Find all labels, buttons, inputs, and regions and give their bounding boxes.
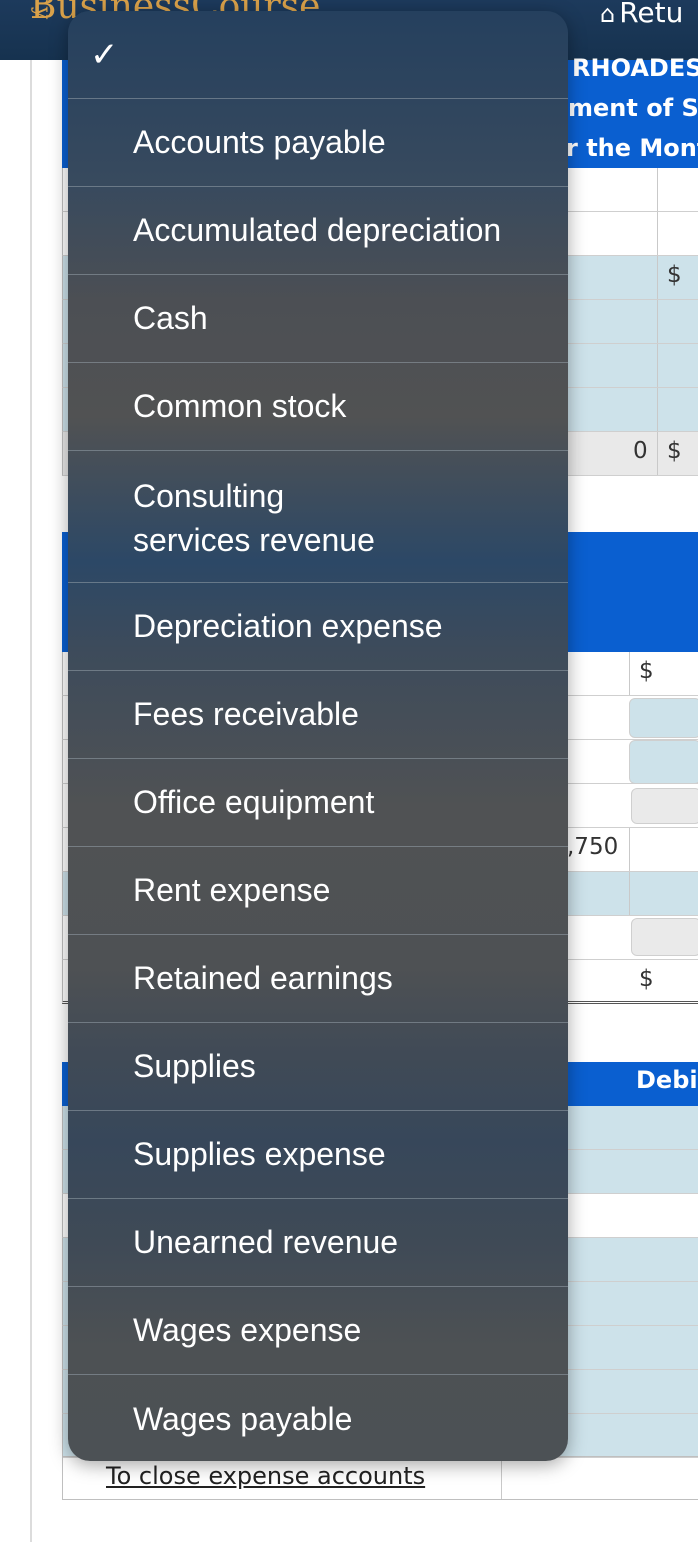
currency-symbol: $: [667, 262, 682, 288]
option-label: Supplies expense: [133, 1136, 386, 1172]
return-label: Retu: [619, 0, 684, 29]
dropdown-option-office-equipment[interactable]: Office equipment: [68, 759, 568, 847]
option-label: Consulting services revenue: [133, 474, 375, 562]
dropdown-option-accounts-payable[interactable]: Accounts payable: [68, 99, 568, 187]
statement-title-period: r the Mont: [566, 134, 698, 162]
option-label: Wages expense: [133, 1312, 362, 1348]
amount-input[interactable]: [631, 918, 698, 956]
dropdown-option-supplies-expense[interactable]: Supplies expense: [68, 1111, 568, 1199]
option-label-line2: services revenue: [133, 521, 375, 558]
total-value: 0: [633, 438, 648, 464]
option-label: Depreciation expense: [133, 608, 443, 644]
debit-column-header: Debi: [636, 1066, 698, 1094]
currency-symbol: $: [667, 438, 682, 464]
statement-title-name: ment of Sto: [568, 94, 698, 122]
dropdown-option-cash[interactable]: Cash: [68, 275, 568, 363]
option-label: Office equipment: [133, 784, 375, 820]
dropdown-option-fees-receivable[interactable]: Fees receivable: [68, 671, 568, 759]
option-label: Retained earnings: [133, 960, 393, 996]
return-link[interactable]: ⌂ Retu: [600, 0, 683, 29]
currency-symbol: $: [639, 658, 654, 684]
dropdown-option-wages-expense[interactable]: Wages expense: [68, 1287, 568, 1375]
option-label: Accumulated depreciation: [133, 212, 502, 248]
amount-value: ,750: [567, 834, 619, 860]
option-label-line1: Consulting: [133, 477, 285, 514]
dropdown-option-retained-earnings[interactable]: Retained earnings: [68, 935, 568, 1023]
amount-input[interactable]: [631, 788, 698, 824]
brand-prefix: my: [30, 0, 56, 20]
dropdown-option-consulting-services-revenue[interactable]: Consulting services revenue: [68, 451, 568, 583]
close-expense-note: To close expense accounts: [106, 1462, 426, 1490]
statement-title-company: RHOADES: [572, 54, 698, 82]
option-label: Supplies: [133, 1048, 256, 1084]
dropdown-blank-option[interactable]: ✓: [68, 11, 568, 99]
amount-input[interactable]: [629, 740, 698, 784]
option-label: Wages payable: [133, 1400, 353, 1437]
dropdown-option-common-stock[interactable]: Common stock: [68, 363, 568, 451]
dropdown-option-rent-expense[interactable]: Rent expense: [68, 847, 568, 935]
dropdown-option-unearned-revenue[interactable]: Unearned revenue: [68, 1199, 568, 1287]
currency-symbol: $: [639, 966, 654, 992]
home-icon: ⌂: [600, 0, 616, 28]
dropdown-option-depreciation-expense[interactable]: Depreciation expense: [68, 583, 568, 671]
dropdown-option-wages-payable[interactable]: Wages payable: [68, 1375, 568, 1461]
option-label: Cash: [133, 300, 208, 336]
option-label: Rent expense: [133, 872, 331, 908]
dropdown-option-supplies[interactable]: Supplies: [68, 1023, 568, 1111]
dropdown-option-accumulated-depreciation[interactable]: Accumulated depreciation: [68, 187, 568, 275]
checkmark-icon: ✓: [90, 36, 119, 74]
option-label: Accounts payable: [133, 124, 386, 160]
option-label: Common stock: [133, 388, 347, 424]
page-left-rule: [30, 60, 32, 1542]
account-select-dropdown[interactable]: ✓ Accounts payable Accumulated depreciat…: [68, 11, 568, 1461]
option-label: Fees receivable: [133, 696, 359, 732]
option-label: Unearned revenue: [133, 1224, 399, 1260]
amount-input[interactable]: [629, 698, 698, 738]
